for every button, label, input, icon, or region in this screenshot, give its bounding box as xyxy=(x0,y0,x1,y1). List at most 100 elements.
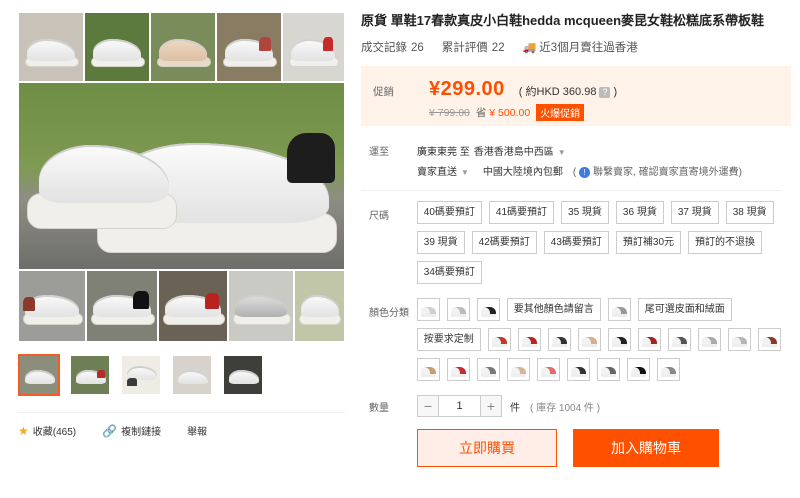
color-option[interactable]: 要其他顏色請留言 xyxy=(506,298,601,321)
hot-promo-badge: 火爆促銷 xyxy=(536,104,585,121)
color-swatch[interactable] xyxy=(566,358,590,381)
color-selector: 顏色分類 要其他顏色請留言 尾可選皮面和絨面按要求定制 xyxy=(361,298,781,381)
stat-label: 成交記錄 xyxy=(361,42,407,54)
increment-button[interactable]: + xyxy=(481,396,501,416)
chevron-down-icon: ▼ xyxy=(461,167,469,177)
shipping-note: ( ! 聯繫賣家, 確認賣家直寄境外運費) xyxy=(573,163,742,178)
current-price: ¥299.00 xyxy=(429,78,505,100)
thumbnail-3[interactable] xyxy=(120,354,162,396)
note-text: 聯繫賣家, 確認賣家直寄境外運費) xyxy=(593,166,742,178)
quantity-input[interactable]: 1 xyxy=(438,396,481,416)
size-option[interactable]: 40碼要預訂 xyxy=(416,201,482,224)
color-swatch[interactable] xyxy=(667,328,691,351)
save-amount: ¥ 500.00 xyxy=(489,107,531,119)
product-info: 原貨 單鞋17春款真皮小白鞋hedda mcqueen麥昆女鞋松糕底系帶板鞋 成… xyxy=(361,12,791,467)
link-icon: 🔗 xyxy=(102,423,118,438)
save-prefix: 省 xyxy=(475,107,487,119)
color-swatch[interactable] xyxy=(637,328,661,351)
stat-reviews[interactable]: 累計評價 22 xyxy=(442,39,505,55)
color-swatch[interactable] xyxy=(626,358,650,381)
color-option[interactable]: 按要求定制 xyxy=(416,328,481,351)
size-option[interactable]: 35 現貨 xyxy=(561,201,609,224)
size-option[interactable]: 預訂的不退換 xyxy=(688,231,763,254)
collage-tile xyxy=(84,12,150,82)
decrement-button[interactable]: − xyxy=(418,396,438,416)
color-swatch[interactable] xyxy=(517,328,541,351)
image-collage xyxy=(18,12,345,342)
color-swatch[interactable] xyxy=(607,298,631,321)
color-swatch[interactable] xyxy=(416,358,440,381)
report-link[interactable]: 舉報 xyxy=(187,423,207,438)
savings: 省 ¥ 500.00 xyxy=(476,105,530,120)
color-swatch[interactable] xyxy=(607,328,631,351)
hkd-close: ) xyxy=(613,86,618,98)
favorite-button[interactable]: ★ 收藏(465) xyxy=(18,423,77,439)
quantity-unit: 件 xyxy=(510,402,520,414)
color-swatch[interactable] xyxy=(476,298,500,321)
size-option[interactable]: 43碼要預訂 xyxy=(543,231,609,254)
copy-link-button[interactable]: 🔗 複制鏈接 xyxy=(102,423,162,439)
size-option[interactable]: 預訂補30元 xyxy=(615,231,682,254)
color-swatch[interactable] xyxy=(577,328,601,351)
color-swatch[interactable] xyxy=(656,358,680,381)
thumbnail-strip xyxy=(18,354,348,396)
ship-method-select[interactable]: 賣家直送 ▼ xyxy=(417,163,469,178)
color-swatch[interactable] xyxy=(727,328,751,351)
thumbnail-5[interactable] xyxy=(222,354,264,396)
price-box: 促銷 ¥299.00 ( 約HKD 360.98? ) ¥ 799.00 省 ¥… xyxy=(361,66,791,126)
color-swatch[interactable] xyxy=(446,298,470,321)
divider xyxy=(361,190,781,191)
collage-tile xyxy=(86,270,158,342)
main-product-image[interactable] xyxy=(18,12,345,342)
size-option[interactable]: 41碼要預訂 xyxy=(488,201,555,224)
color-swatch[interactable] xyxy=(506,358,530,381)
collage-tile xyxy=(294,270,345,342)
color-swatch[interactable] xyxy=(596,358,620,381)
ship-to-select[interactable]: 香港香港島中西區 ▼ xyxy=(474,143,566,158)
color-label: 顏色分類 xyxy=(369,308,409,319)
color-swatch[interactable] xyxy=(446,358,470,381)
help-icon[interactable]: ? xyxy=(599,86,611,98)
color-swatch[interactable] xyxy=(476,358,500,381)
original-price: ¥ 799.00 xyxy=(429,106,470,119)
quantity-row: 數量 − 1 + 件 ( 庫存 1004 件 ) xyxy=(361,395,781,417)
buy-now-button[interactable]: 立即購買 xyxy=(417,429,557,467)
size-option[interactable]: 36 現貨 xyxy=(615,201,664,224)
copy-link-label: 複制鏈接 xyxy=(121,427,162,438)
size-option[interactable]: 34碼要預訂 xyxy=(416,261,482,284)
truck-icon: 🚚 xyxy=(522,42,537,54)
size-option[interactable]: 39 現貨 xyxy=(416,231,465,254)
size-option[interactable]: 37 現貨 xyxy=(670,201,719,224)
color-swatch[interactable] xyxy=(697,328,721,351)
stock-info: ( 庫存 1004 件 ) xyxy=(530,402,601,414)
collage-tile xyxy=(158,270,228,342)
collage-tile xyxy=(216,12,282,82)
favorite-label: 收藏(465) xyxy=(32,427,77,438)
collage-tile xyxy=(282,12,345,82)
color-option[interactable]: 尾可選皮面和絨面 xyxy=(637,298,732,321)
add-to-cart-button[interactable]: 加入購物車 xyxy=(573,429,719,467)
stat-deals: 成交記錄 26 xyxy=(361,39,424,55)
chevron-down-icon: ▼ xyxy=(557,147,566,157)
size-option[interactable]: 38 現貨 xyxy=(725,201,774,224)
color-swatch[interactable] xyxy=(757,328,781,351)
quantity-label: 數量 xyxy=(369,402,389,414)
thumbnail-2[interactable] xyxy=(69,354,111,396)
color-swatch[interactable] xyxy=(416,298,440,321)
color-swatch[interactable] xyxy=(487,328,511,351)
size-options: 40碼要預訂 41碼要預訂 35 現貨 36 現貨 37 現貨 38 現貨 39 現貨 42碼… xyxy=(416,201,781,284)
note-prefix: ( xyxy=(572,166,577,178)
stat-value: 22 xyxy=(491,42,505,54)
report-label: 舉報 xyxy=(187,427,208,438)
hkd-price: ( 約HKD 360.98? ) xyxy=(519,83,617,99)
color-swatch[interactable] xyxy=(536,358,560,381)
collage-tile xyxy=(18,270,86,342)
ship-to-text: 香港香港島中西區 xyxy=(473,146,554,158)
thumbnail-1[interactable] xyxy=(18,354,60,396)
ship-method-text: 賣家直送 xyxy=(417,166,457,178)
product-stats: 成交記錄 26 累計評價 22 🚚 近3個月賣往過香港 xyxy=(361,39,781,55)
thumbnail-4[interactable] xyxy=(171,354,213,396)
purchase-buttons: 立即購買 加入購物車 xyxy=(361,429,781,467)
size-option[interactable]: 42碼要預訂 xyxy=(471,231,537,254)
color-swatch[interactable] xyxy=(547,328,571,351)
